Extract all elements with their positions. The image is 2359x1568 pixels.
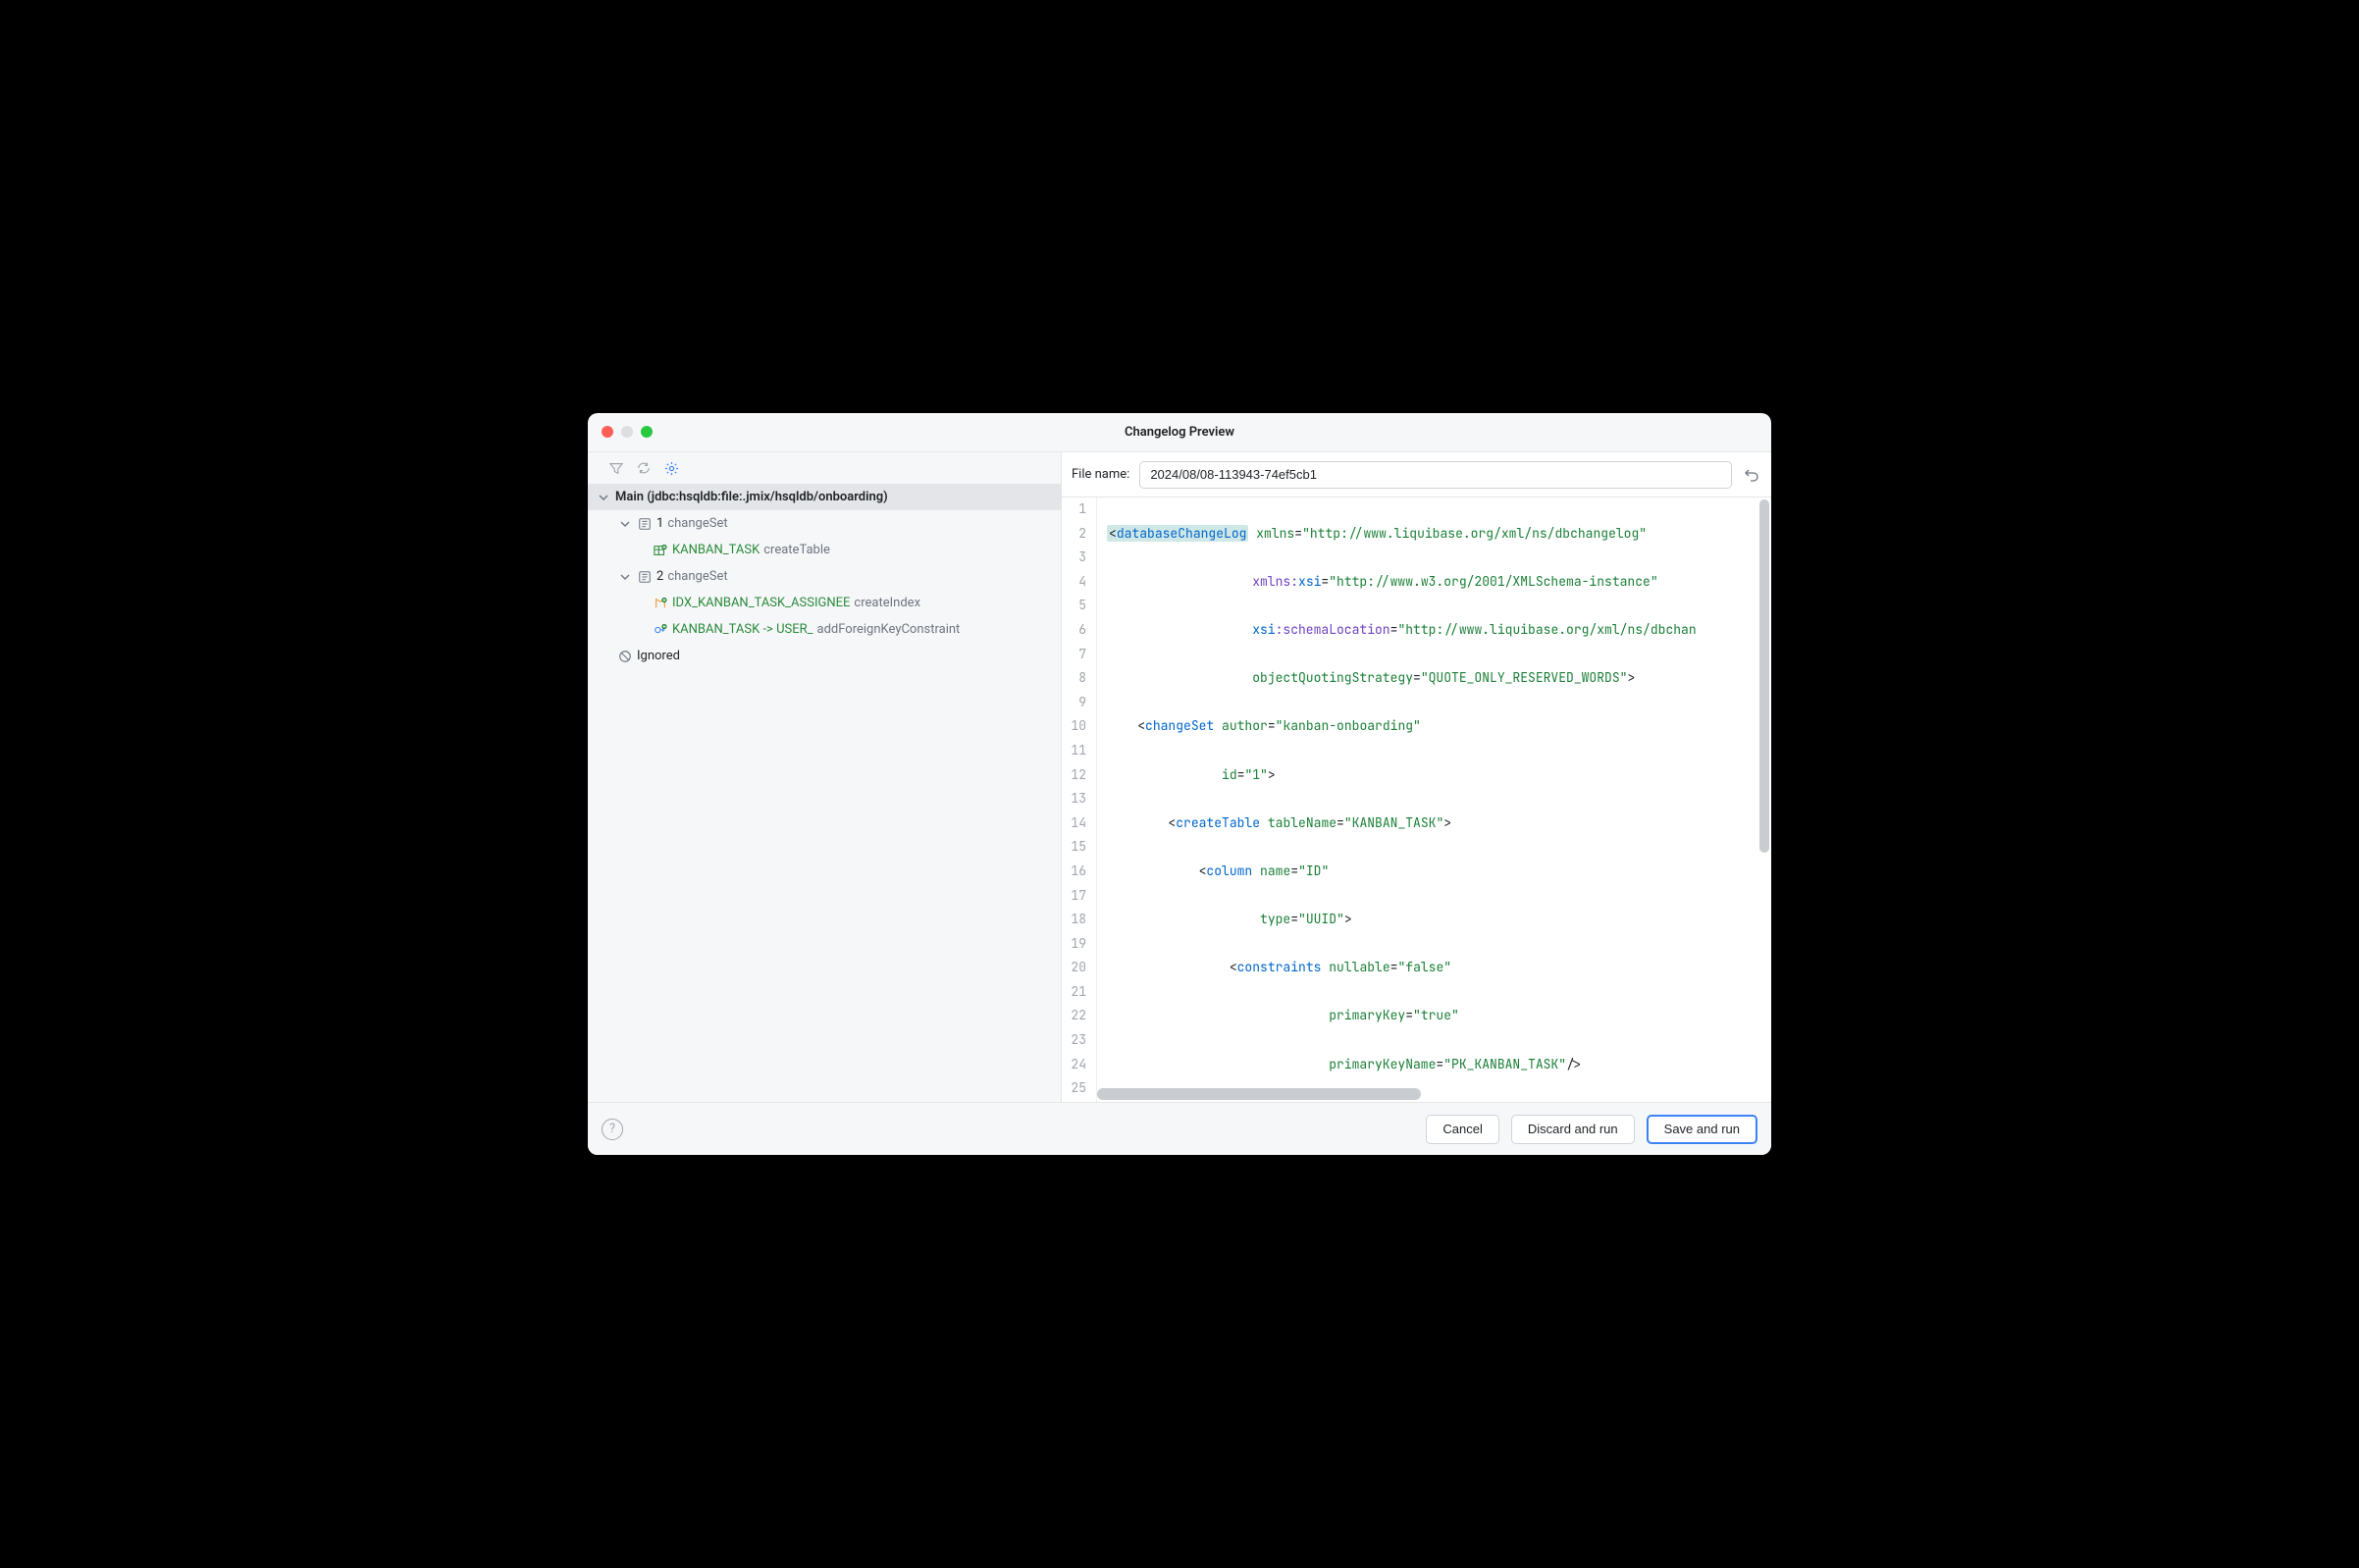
code-content[interactable]: <databaseChangeLog xmlns="http://www.liq… [1097,497,1771,1102]
cs2-item1-op: createIndex [854,596,920,610]
line-num: 25 [1062,1076,1086,1101]
ignored-label: Ignored [637,649,680,663]
line-num: 19 [1062,932,1086,957]
cancel-button[interactable]: Cancel [1426,1115,1498,1144]
line-num: 11 [1062,739,1086,763]
cs2-item1-name: IDX_KANBAN_TASK_ASSIGNEE [672,596,850,610]
line-num: 18 [1062,908,1086,932]
line-num: 1 [1062,497,1086,522]
cs2-number: 2 [656,569,663,584]
ignored-icon [617,649,633,664]
cs1-item1-op: createTable [763,543,830,557]
cs1-number: 1 [656,516,663,531]
line-num: 12 [1062,763,1086,788]
filter-icon[interactable] [607,459,625,477]
filename-label: File name: [1072,467,1129,482]
cs2-item2-op: addForeignKeyConstraint [817,622,961,637]
line-num: 10 [1062,714,1086,739]
undo-icon[interactable] [1742,465,1761,485]
main-node-label: Main (jdbc:hsqldb:file:.jmix/hsqldb/onbo… [615,490,888,504]
filename-input[interactable] [1139,461,1732,489]
line-num: 23 [1062,1028,1086,1053]
chevron-down-icon [617,516,633,532]
tree-toolbar [588,452,1061,484]
tree-cs2-createindex[interactable]: IDX_KANBAN_TASK_ASSIGNEE createIndex [588,590,1061,616]
line-num: 9 [1062,691,1086,715]
window-controls [602,426,653,438]
tree-cs2-addfk[interactable]: KANBAN_TASK -> USER_ addForeignKeyConstr… [588,616,1061,643]
index-add-icon [653,596,668,611]
code-editor[interactable]: 1 2 3 4 5 6 7 8 9 10 11 12 13 14 15 16 1 [1062,497,1771,1102]
tree-ignored[interactable]: Ignored [588,643,1061,669]
cs1-label: changeSet [667,516,727,531]
line-num: 8 [1062,666,1086,691]
horizontal-scrollbar-track[interactable] [1097,1088,1759,1100]
line-num: 2 [1062,522,1086,547]
line-num: 5 [1062,594,1086,618]
discard-and-run-button[interactable]: Discard and run [1511,1115,1635,1144]
dialog-footer: ? Cancel Discard and run Save and run [588,1102,1771,1155]
tree-main-node[interactable]: Main (jdbc:hsqldb:file:.jmix/hsqldb/onbo… [588,484,1061,510]
changeset-icon [637,516,653,532]
dialog-body: Main (jdbc:hsqldb:file:.jmix/hsqldb/onbo… [588,452,1771,1102]
line-num: 6 [1062,618,1086,643]
cs1-item1-name: KANBAN_TASK [672,543,760,557]
dialog-window: Changelog Preview Main (jdbc:hsqldb:file… [588,413,1771,1155]
tree-changeset-1[interactable]: 1 changeSet [588,510,1061,537]
line-num: 14 [1062,811,1086,836]
tree-changeset-2[interactable]: 2 changeSet [588,563,1061,590]
help-icon[interactable]: ? [602,1119,623,1140]
line-num: 17 [1062,884,1086,909]
right-panel: File name: 1 2 3 4 5 6 7 8 9 10 [1062,452,1771,1102]
horizontal-scrollbar-thumb[interactable] [1097,1088,1421,1100]
line-num: 7 [1062,643,1086,667]
line-num: 20 [1062,956,1086,980]
cs2-item2-name: KANBAN_TASK -> USER_ [672,622,813,637]
left-panel: Main (jdbc:hsqldb:file:.jmix/hsqldb/onbo… [588,452,1062,1102]
line-num: 13 [1062,787,1086,811]
vertical-scrollbar[interactable] [1759,499,1769,853]
changeset-icon [637,569,653,585]
line-num: 22 [1062,1004,1086,1028]
line-num: 16 [1062,860,1086,884]
settings-gear-icon[interactable] [662,459,680,477]
foreign-key-add-icon [653,622,668,638]
line-num: 3 [1062,546,1086,570]
chevron-down-icon [596,490,611,505]
cs2-label: changeSet [667,569,727,584]
close-window-button[interactable] [602,426,613,438]
minimize-window-button[interactable] [621,426,633,438]
line-num: 15 [1062,835,1086,860]
save-and-run-button[interactable]: Save and run [1647,1115,1757,1144]
chevron-down-icon [617,569,633,585]
titlebar: Changelog Preview [588,413,1771,452]
refresh-icon[interactable] [635,459,653,477]
window-title: Changelog Preview [588,425,1771,440]
tree-cs1-createtable[interactable]: KANBAN_TASK createTable [588,537,1061,563]
table-add-icon [653,543,668,558]
maximize-window-button[interactable] [641,426,653,438]
line-num: 21 [1062,980,1086,1005]
changeset-tree: Main (jdbc:hsqldb:file:.jmix/hsqldb/onbo… [588,484,1061,1102]
line-gutter: 1 2 3 4 5 6 7 8 9 10 11 12 13 14 15 16 1 [1062,497,1097,1102]
line-num: 24 [1062,1053,1086,1077]
filename-row: File name: [1062,452,1771,497]
line-num: 4 [1062,570,1086,595]
